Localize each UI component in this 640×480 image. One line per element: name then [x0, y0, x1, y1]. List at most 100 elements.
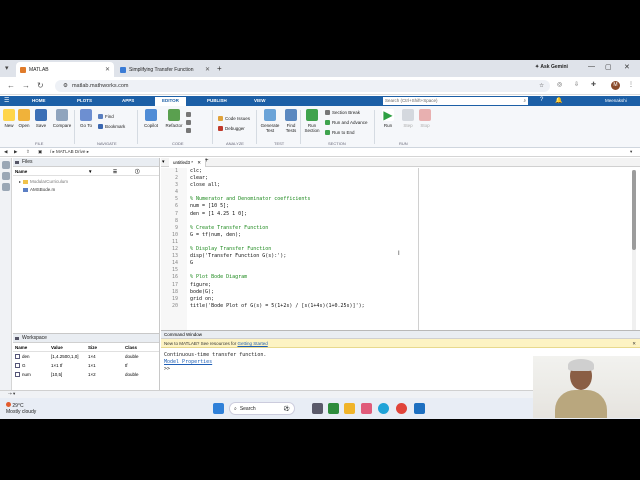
url-field[interactable]: ⚙ matlab.mathworks.com ☆: [55, 80, 550, 92]
app-icon-1[interactable]: [328, 403, 339, 414]
close-icon[interactable]: ✕: [105, 66, 110, 73]
edge-icon[interactable]: [378, 403, 389, 414]
path-dropdown-icon[interactable]: ▾: [630, 149, 632, 155]
weather-widget[interactable]: 29°C Mostly cloudy: [6, 402, 36, 415]
name-column[interactable]: Name: [15, 169, 27, 174]
file-explorer-icon[interactable]: [344, 403, 355, 414]
close-icon[interactable]: ✕: [205, 66, 210, 73]
col-class[interactable]: Class: [125, 343, 137, 352]
code-line[interactable]: 20 title('Bode Plot of G(s) = 5(1+2s) / […: [161, 303, 626, 310]
table-row[interactable]: G 1×1 tf 1×1 tf: [13, 361, 159, 370]
matlab-search-input[interactable]: Search (Ctrl+Shift+Space) ⌕: [383, 97, 528, 105]
code-line[interactable]: 4: [161, 189, 626, 196]
copilot-button[interactable]: Copilot: [142, 109, 160, 128]
back-folder-icon[interactable]: ◀: [4, 149, 7, 155]
minimize-icon[interactable]: —: [588, 63, 595, 70]
notifications-icon[interactable]: 🔔: [555, 97, 562, 104]
editor-scrollbar[interactable]: [632, 170, 636, 330]
breadcrumb[interactable]: / ▸ MATLAB Drive ▸: [50, 149, 89, 155]
help-icon[interactable]: ?: [540, 97, 543, 103]
compare-button[interactable]: Compare: [52, 109, 72, 128]
back-icon[interactable]: ←: [7, 81, 15, 90]
refactor-button[interactable]: Refactor: [164, 109, 184, 128]
find-button[interactable]: Find: [98, 114, 114, 119]
maximize-icon[interactable]: ▢: [605, 63, 612, 71]
col-name[interactable]: Name: [15, 343, 27, 352]
code-line[interactable]: 3 close all;: [161, 182, 626, 189]
save-button[interactable]: Save: [32, 109, 50, 128]
table-row[interactable]: den [1,4.2500,1,0] 1×4 double: [13, 352, 159, 361]
windows-start-icon[interactable]: [213, 403, 224, 414]
browse-folder-icon[interactable]: ▣: [38, 149, 42, 155]
hamburger-menu-icon[interactable]: ☰: [4, 97, 9, 104]
goto-button[interactable]: Go To: [77, 109, 95, 128]
command-window-header[interactable]: Command Window: [161, 331, 640, 339]
table-row[interactable]: num [10,5] 1×2 double: [13, 370, 159, 379]
tab-plots[interactable]: PLOTS: [77, 98, 92, 103]
code-line[interactable]: 9 % Create Transfer Function: [161, 225, 626, 232]
tab-publish[interactable]: PUBLISH: [207, 98, 227, 103]
code-line[interactable]: 15: [161, 267, 626, 274]
debugger-button[interactable]: Debugger: [218, 126, 245, 131]
editor-tab-untitled3[interactable]: untitled3 * ✕: [169, 158, 207, 167]
col-value[interactable]: Value: [51, 343, 63, 352]
code-line[interactable]: 19 grid on;: [161, 296, 626, 303]
find-tests-button[interactable]: Find Tests: [282, 109, 300, 133]
editor-menu-icon[interactable]: ▾: [162, 159, 165, 165]
ask-gemini-button[interactable]: ✦ Ask Gemini: [535, 64, 568, 70]
tab-home[interactable]: HOME: [32, 98, 46, 103]
code-line[interactable]: 11: [161, 239, 626, 246]
close-icon[interactable]: ✕: [632, 339, 636, 348]
extension-icon[interactable]: ◎: [557, 81, 562, 88]
app-icon-3[interactable]: [414, 403, 425, 414]
code-line[interactable]: 14 G: [161, 260, 626, 267]
project-rail-icon[interactable]: [2, 183, 10, 191]
sort-icon[interactable]: ▼: [88, 167, 92, 176]
profile-avatar[interactable]: M: [611, 81, 620, 90]
app-icon-2[interactable]: [361, 403, 372, 414]
files-panel-header[interactable]: Files: [13, 158, 159, 167]
browser-menu-icon[interactable]: ⋮: [628, 81, 634, 88]
chrome-icon[interactable]: [396, 403, 407, 414]
code-line[interactable]: 16 % Plot Bode Diagram: [161, 274, 626, 281]
workspace-rail-icon[interactable]: [2, 172, 10, 180]
status-icon[interactable]: ⇢ ▾: [8, 391, 15, 397]
list-item[interactable]: ▸ ModularCurriculum: [13, 178, 159, 186]
code-line[interactable]: 17 figure;: [161, 282, 626, 289]
run-and-advance-button[interactable]: Run and Advance: [325, 120, 368, 125]
code-tool-3[interactable]: [186, 128, 191, 133]
tab-editor[interactable]: EDITOR: [155, 97, 186, 106]
expand-icon[interactable]: ▸: [19, 178, 21, 186]
info-icon[interactable]: ⓘ: [135, 167, 140, 176]
stop-button[interactable]: Stop: [416, 109, 434, 128]
files-rail-icon[interactable]: [2, 161, 10, 169]
filter-icon[interactable]: ☰: [113, 167, 117, 176]
code-line[interactable]: 18 bode(G);: [161, 289, 626, 296]
browser-tab-simplifying[interactable]: Simplifying Transfer Function ✕: [116, 62, 214, 77]
code-issues-button[interactable]: Code Issues: [218, 116, 250, 121]
open-button[interactable]: Open: [15, 109, 33, 128]
downloads-icon[interactable]: ⇩: [574, 81, 579, 88]
code-line[interactable]: 10 G = tf(num, den);: [161, 232, 626, 239]
run-to-end-button[interactable]: Run to End: [325, 130, 355, 135]
forward-icon[interactable]: →: [22, 81, 30, 90]
tab-apps[interactable]: APPS: [122, 98, 134, 103]
list-item[interactable]: AMSBode.m: [13, 186, 159, 194]
tab-view[interactable]: VIEW: [254, 98, 266, 103]
code-tool-2[interactable]: [186, 120, 191, 125]
close-window-icon[interactable]: ✕: [624, 63, 630, 71]
workspace-panel-header[interactable]: Workspace: [13, 334, 159, 343]
run-button[interactable]: ▶ Run: [379, 109, 397, 128]
code-line[interactable]: 1 clc;: [161, 168, 626, 175]
reload-icon[interactable]: ↻: [37, 81, 44, 90]
code-line[interactable]: 6 num = [10 5];: [161, 203, 626, 210]
code-line[interactable]: 7 den = [1 4.25 1 0];: [161, 211, 626, 218]
extensions-puzzle-icon[interactable]: ✚: [591, 81, 596, 88]
forward-folder-icon[interactable]: ▶: [14, 149, 17, 155]
bookmark-star-icon[interactable]: ☆: [539, 83, 544, 89]
task-view-icon[interactable]: [312, 403, 323, 414]
bookmark-button[interactable]: Bookmark: [98, 124, 125, 129]
code-line[interactable]: 8: [161, 218, 626, 225]
run-section-button[interactable]: Run Section: [302, 109, 322, 133]
code-area[interactable]: 1 clc; 2 clear; 3 close all; 4 5 % Numerator and…: [161, 168, 626, 310]
